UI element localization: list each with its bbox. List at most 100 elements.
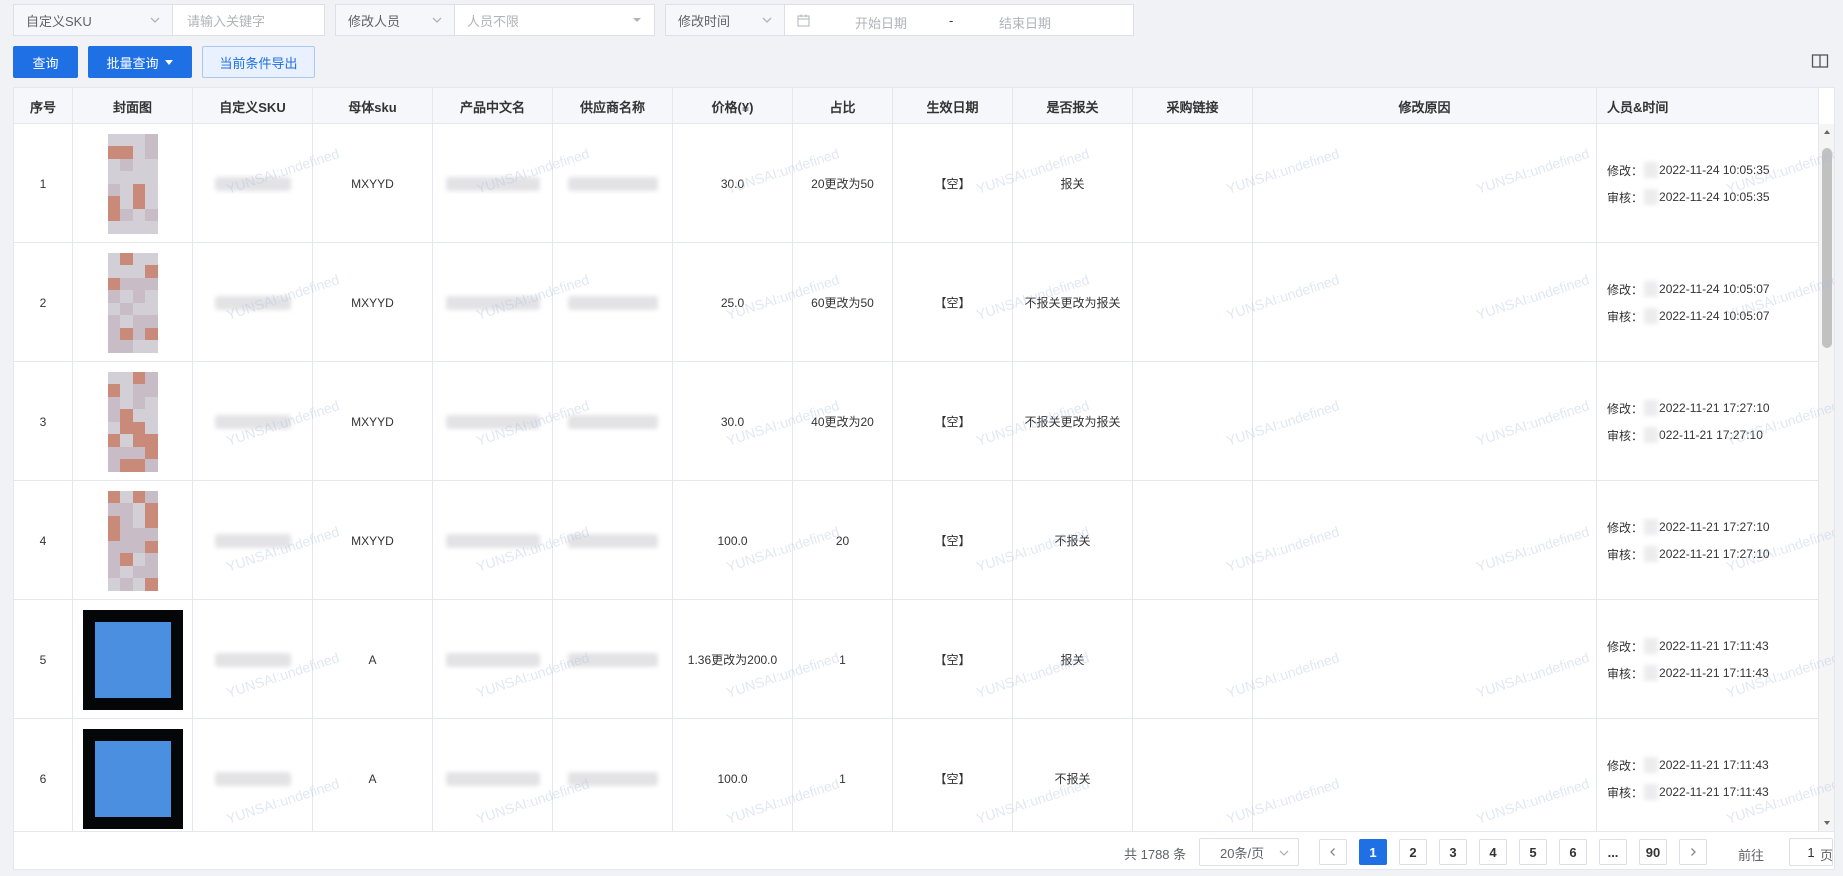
modify-label: 修改：	[1607, 758, 1644, 773]
parent-sku-value: A	[368, 652, 377, 667]
cover-pixel	[132, 741, 146, 754]
page-button[interactable]: 4	[1479, 839, 1507, 865]
cover-pixel	[145, 146, 158, 159]
cover-pixel	[145, 327, 158, 341]
sku-type-select[interactable]: 自定义SKU	[13, 4, 173, 36]
effective-date-value: 【空】	[934, 653, 971, 667]
audit-person-redacted	[1644, 308, 1659, 324]
row-index: 4	[39, 533, 47, 548]
cover-pixel	[145, 528, 158, 541]
column-settings-icon[interactable]	[1811, 52, 1829, 70]
effective-date-value: 【空】	[934, 177, 971, 191]
cover-pixel	[120, 327, 133, 341]
more-pages-button[interactable]: ...	[1599, 839, 1627, 865]
date-range-picker[interactable]: 开始日期 - 结束日期	[785, 4, 1134, 36]
cover-pixel	[95, 766, 108, 779]
cover-pixel	[145, 302, 158, 316]
cover-image[interactable]	[83, 252, 183, 353]
cover-pixel	[132, 753, 146, 767]
cover-pixel	[107, 647, 121, 660]
cover-image[interactable]	[83, 371, 183, 472]
time-type-select[interactable]: 修改时间	[665, 4, 785, 36]
batch-query-button[interactable]: 批量查询	[88, 46, 192, 78]
cell-parent-sku: MXYYD	[313, 481, 433, 600]
date-separator: -	[949, 13, 954, 28]
cover-pixel	[132, 421, 146, 435]
cover-pixel	[157, 622, 171, 635]
column-header-ratio: 占比	[793, 88, 893, 124]
modify-time: 2022-11-24 10:05:35	[1659, 163, 1770, 177]
audit-label: 审核：	[1607, 309, 1644, 324]
audit-person-redacted	[1644, 546, 1659, 562]
cover-pixel	[107, 327, 121, 341]
cell-supplier	[553, 600, 673, 719]
audit-line: 审核： 2022-11-21 17:27:10	[1607, 546, 1770, 563]
page-button[interactable]: 2	[1399, 839, 1427, 865]
person-time-info: 修改： 2022-11-21 17:11:43 审核： 2022-11-21 17:1…	[1607, 757, 1769, 801]
page-button[interactable]: 6	[1559, 839, 1587, 865]
cover-image[interactable]	[82, 728, 183, 829]
person-type-select[interactable]: 修改人员	[335, 4, 455, 36]
cover-pixel	[107, 290, 121, 303]
cell-customs: 不报关更改为报关	[1013, 362, 1133, 481]
cover-pixel	[107, 146, 121, 159]
scroll-down-icon[interactable]	[1823, 819, 1831, 827]
page-button[interactable]: 90	[1639, 839, 1667, 865]
cover-image[interactable]	[83, 133, 183, 234]
vertical-scrollbar[interactable]	[1818, 124, 1834, 831]
person-time-info: 修改： 2022-11-21 17:27:10 审核： 022-11-21 17:27…	[1607, 400, 1770, 444]
cover-pixel	[145, 459, 158, 472]
column-header-cover: 封面图	[73, 88, 193, 124]
cell-modify-reason	[1253, 243, 1597, 362]
supplier-redacted	[567, 771, 658, 786]
cover-pixel	[120, 565, 133, 579]
page-size-select[interactable]: 20条/页	[1199, 838, 1299, 866]
scrollbar-thumb[interactable]	[1822, 148, 1832, 348]
cover-pixel	[145, 753, 158, 767]
audit-line: 审核： 022-11-21 17:27:10	[1607, 427, 1770, 444]
cell-price: 100.0	[673, 719, 793, 831]
page-button[interactable]: 1	[1359, 839, 1387, 865]
export-button[interactable]: 当前条件导出	[202, 46, 315, 78]
ratio-value: 20更改为50	[811, 177, 874, 191]
cell-price: 30.0	[673, 362, 793, 481]
query-button[interactable]: 查询	[13, 46, 78, 78]
cover-pixel	[120, 778, 133, 792]
cover-pixel	[145, 446, 158, 460]
cover-image[interactable]	[82, 609, 183, 710]
cell-effective-date: 【空】	[893, 362, 1013, 481]
page-size-value: 20条/页	[1220, 845, 1265, 861]
cover-pixel	[120, 553, 133, 566]
scroll-up-icon[interactable]	[1823, 128, 1831, 136]
column-header-customs: 是否报关	[1013, 88, 1133, 124]
cover-pixel	[145, 277, 158, 291]
person-select[interactable]: 人员不限	[455, 4, 655, 36]
cell-supplier	[553, 124, 673, 243]
parent-sku-value: A	[368, 771, 377, 786]
prev-page-button[interactable]	[1319, 839, 1347, 865]
cover-pixel	[120, 183, 133, 197]
effective-date-value: 【空】	[934, 415, 971, 429]
cover-pixel	[132, 647, 146, 660]
cell-person-time: 修改： 2022-11-21 17:27:10 审核： 2022-11-21 17:2…	[1597, 481, 1819, 600]
cover-pixel	[132, 277, 146, 291]
page-button[interactable]: 5	[1519, 839, 1547, 865]
keyword-input[interactable]: 请输入关键字	[173, 4, 325, 36]
table-row: 6 A 100.0 1 【空】 不报关 修改： 2022-11-21 17:11:43 审核： 2…	[14, 719, 1819, 831]
cell-ratio: 1	[793, 600, 893, 719]
cover-pixel	[107, 371, 121, 385]
cover-pixel	[145, 622, 158, 635]
cover-pixel	[132, 684, 146, 698]
chevron-right-icon	[1691, 848, 1696, 856]
cover-pixel	[132, 540, 146, 554]
cover-image[interactable]	[83, 490, 183, 591]
effective-date-value: 【空】	[934, 296, 971, 310]
page-button[interactable]: 3	[1439, 839, 1467, 865]
cover-pixel	[107, 265, 121, 278]
cover-pixel	[120, 196, 133, 209]
next-page-button[interactable]	[1679, 839, 1707, 865]
cover-pixel	[132, 252, 146, 266]
cover-pixel	[132, 221, 146, 234]
cover-pixel	[120, 340, 133, 353]
cover-pixel	[120, 459, 133, 472]
